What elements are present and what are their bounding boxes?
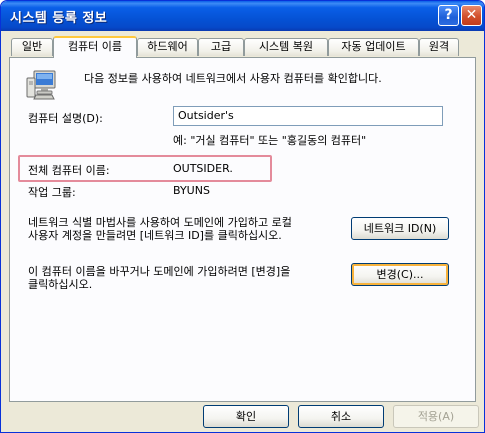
workgroup-value: BYUNS (173, 184, 210, 197)
help-button[interactable]: ? (438, 5, 459, 26)
network-id-description-line2: 사용자 계정을 만들려면 [네트워크 ID]를 클릭하십시오. (28, 229, 282, 242)
tab-advanced[interactable]: 고급 (198, 38, 244, 56)
workgroup-label: 작업 그룹: (28, 186, 76, 199)
apply-button[interactable]: 적용(A) (393, 405, 479, 428)
ok-button[interactable]: 확인 (203, 405, 289, 428)
change-description-line2: 클릭하십시오. (28, 278, 93, 291)
change-button[interactable]: 변경(C)... (351, 263, 449, 286)
computer-description-label: 컴퓨터 설명(D): (28, 112, 103, 125)
window-title: 시스템 등록 정보 (10, 11, 108, 26)
full-computer-name-value: OUTSIDER. (173, 162, 233, 175)
intro-text: 다음 정보를 사용하여 네트워크에서 사용자 컴퓨터를 확인합니다. (84, 72, 382, 85)
network-id-button[interactable]: 네트워크 ID(N) (351, 217, 449, 240)
computer-description-input[interactable]: Outsider's (173, 106, 443, 126)
cancel-button[interactable]: 취소 (298, 405, 384, 428)
system-properties-window: 시스템 등록 정보 ? ✕ 일반 컴퓨터 이름 하드웨어 고급 시스템 복원 자… (0, 0, 485, 433)
tab-general[interactable]: 일반 (11, 38, 53, 56)
computer-icon (26, 70, 56, 100)
tab-system-restore[interactable]: 시스템 복원 (244, 38, 328, 56)
close-button[interactable]: ✕ (461, 5, 482, 26)
computer-name-panel: 다음 정보를 사용하여 네트워크에서 사용자 컴퓨터를 확인합니다. 컴퓨터 설… (9, 57, 476, 402)
description-example-text: 예: "거실 컴퓨터" 또는 "홍길동의 컴퓨터" (173, 134, 367, 147)
full-computer-name-label: 전체 컴퓨터 이름: (28, 164, 110, 177)
tab-automatic-updates[interactable]: 자동 업데이트 (328, 38, 419, 56)
tab-remote[interactable]: 원격 (419, 38, 459, 56)
title-bar[interactable]: 시스템 등록 정보 ? ✕ (1, 1, 484, 31)
tab-hardware[interactable]: 하드웨어 (137, 38, 198, 56)
tab-computer-name[interactable]: 컴퓨터 이름 (53, 36, 137, 58)
